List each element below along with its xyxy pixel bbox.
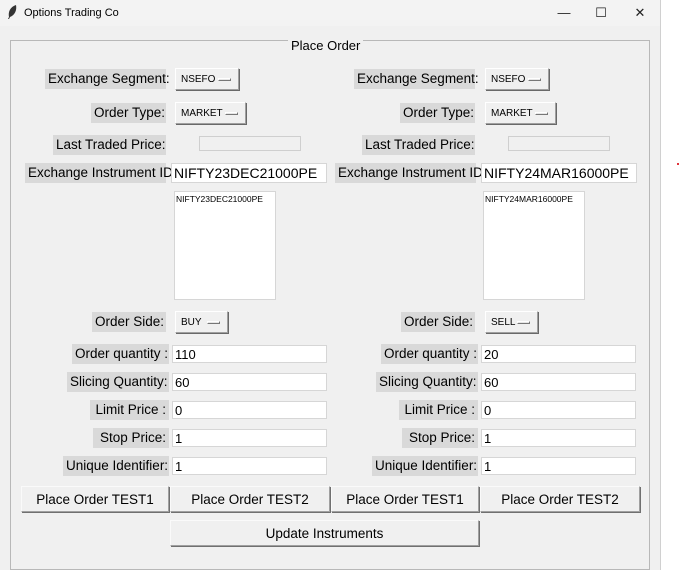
window-title: Options Trading Co xyxy=(24,7,119,19)
last-traded-price-field-right xyxy=(508,136,610,151)
order-quantity-input-left[interactable]: 110 xyxy=(172,345,327,363)
order-quantity-label: Order quantity : xyxy=(72,344,169,364)
order-side-value: SELL xyxy=(491,317,516,328)
slicing-quantity-input-right[interactable]: 60 xyxy=(481,373,636,391)
exchange-segment-value: NSEFO xyxy=(491,74,526,85)
menu-indicator-icon xyxy=(225,112,238,115)
stop-price-label: Stop Price: xyxy=(93,428,169,448)
order-side-value: BUY xyxy=(181,317,202,328)
order-type-value: MARKET xyxy=(491,108,533,119)
order-side-menu-right[interactable]: SELL xyxy=(485,311,538,333)
list-item[interactable]: NIFTY23DEC21000PE xyxy=(176,194,274,204)
instrument-id-input-right[interactable]: NIFTY24MAR16000PE xyxy=(481,163,637,183)
app-window: Options Trading Co — ☐ ✕ Place Order Exc… xyxy=(0,0,660,570)
exchange-instrument-id-label: Exchange Instrument ID xyxy=(25,163,173,183)
instrument-listbox-right[interactable]: NIFTY24MAR16000PE xyxy=(483,191,585,300)
order-quantity-label: Order quantity : xyxy=(381,344,478,364)
exchange-instrument-id-label: Exchange Instrument ID xyxy=(335,163,483,183)
exchange-segment-label: Exchange Segment: xyxy=(354,69,479,89)
last-traded-price-field-left xyxy=(199,136,301,151)
limit-price-label: Limit Price : xyxy=(90,400,169,420)
order-side-label: Order Side: xyxy=(401,312,475,332)
place-order-test1-button-left[interactable]: Place Order TEST1 xyxy=(21,486,169,512)
limit-price-input-left[interactable]: 0 xyxy=(172,401,327,419)
order-type-label: Order Type: xyxy=(400,103,475,123)
unique-identifier-label: Unique Identifier: xyxy=(372,456,478,476)
order-type-menu-right[interactable]: MARKET xyxy=(485,102,556,124)
minimize-button[interactable]: — xyxy=(546,0,582,26)
unique-identifier-label: Unique Identifier: xyxy=(63,456,169,476)
exchange-segment-value: NSEFO xyxy=(181,74,216,85)
place-order-test1-button-right[interactable]: Place Order TEST1 xyxy=(331,486,479,512)
red-dot xyxy=(677,163,679,165)
update-instruments-button[interactable]: Update Instruments xyxy=(170,520,479,546)
frame-label: Place Order xyxy=(288,38,364,54)
last-traded-price-label: Last Traded Price: xyxy=(53,135,166,155)
list-item[interactable]: NIFTY24MAR16000PE xyxy=(485,194,583,204)
exchange-segment-label: Exchange Segment: xyxy=(45,69,170,89)
order-side-menu-left[interactable]: BUY xyxy=(175,311,228,333)
maximize-button[interactable]: ☐ xyxy=(583,0,619,26)
stop-price-label: Stop Price: xyxy=(402,428,478,448)
place-order-test2-button-right[interactable]: Place Order TEST2 xyxy=(480,486,640,512)
menu-indicator-icon xyxy=(207,321,220,324)
limit-price-label: Limit Price : xyxy=(399,400,478,420)
limit-price-input-right[interactable]: 0 xyxy=(481,401,636,419)
slicing-quantity-label: Slicing Quantity: xyxy=(376,372,478,392)
slicing-quantity-label: Slicing Quantity: xyxy=(67,372,169,392)
stop-price-input-left[interactable]: 1 xyxy=(172,429,327,447)
instrument-id-input-left[interactable]: NIFTY23DEC21000PE xyxy=(171,163,327,183)
close-button[interactable]: ✕ xyxy=(622,0,658,26)
exchange-segment-menu-left[interactable]: NSEFO xyxy=(175,68,239,90)
order-side-label: Order Side: xyxy=(92,312,166,332)
order-quantity-input-right[interactable]: 20 xyxy=(481,345,636,363)
order-type-menu-left[interactable]: MARKET xyxy=(175,102,246,124)
menu-indicator-icon xyxy=(218,78,231,81)
place-order-test2-button-left[interactable]: Place Order TEST2 xyxy=(170,486,330,512)
feather-icon xyxy=(8,5,17,19)
slicing-quantity-input-left[interactable]: 60 xyxy=(172,373,327,391)
unique-identifier-input-right[interactable]: 1 xyxy=(481,457,636,475)
menu-indicator-icon xyxy=(517,321,530,324)
order-type-label: Order Type: xyxy=(91,103,166,123)
menu-indicator-icon xyxy=(535,112,548,115)
instrument-listbox-left[interactable]: NIFTY23DEC21000PE xyxy=(174,191,276,300)
last-traded-price-label: Last Traded Price: xyxy=(362,135,475,155)
stop-price-input-right[interactable]: 1 xyxy=(481,429,636,447)
menu-indicator-icon xyxy=(528,78,541,81)
exchange-segment-menu-right[interactable]: NSEFO xyxy=(485,68,549,90)
order-type-value: MARKET xyxy=(181,108,223,119)
title-bar[interactable]: Options Trading Co — ☐ ✕ xyxy=(0,0,660,26)
unique-identifier-input-left[interactable]: 1 xyxy=(172,457,327,475)
